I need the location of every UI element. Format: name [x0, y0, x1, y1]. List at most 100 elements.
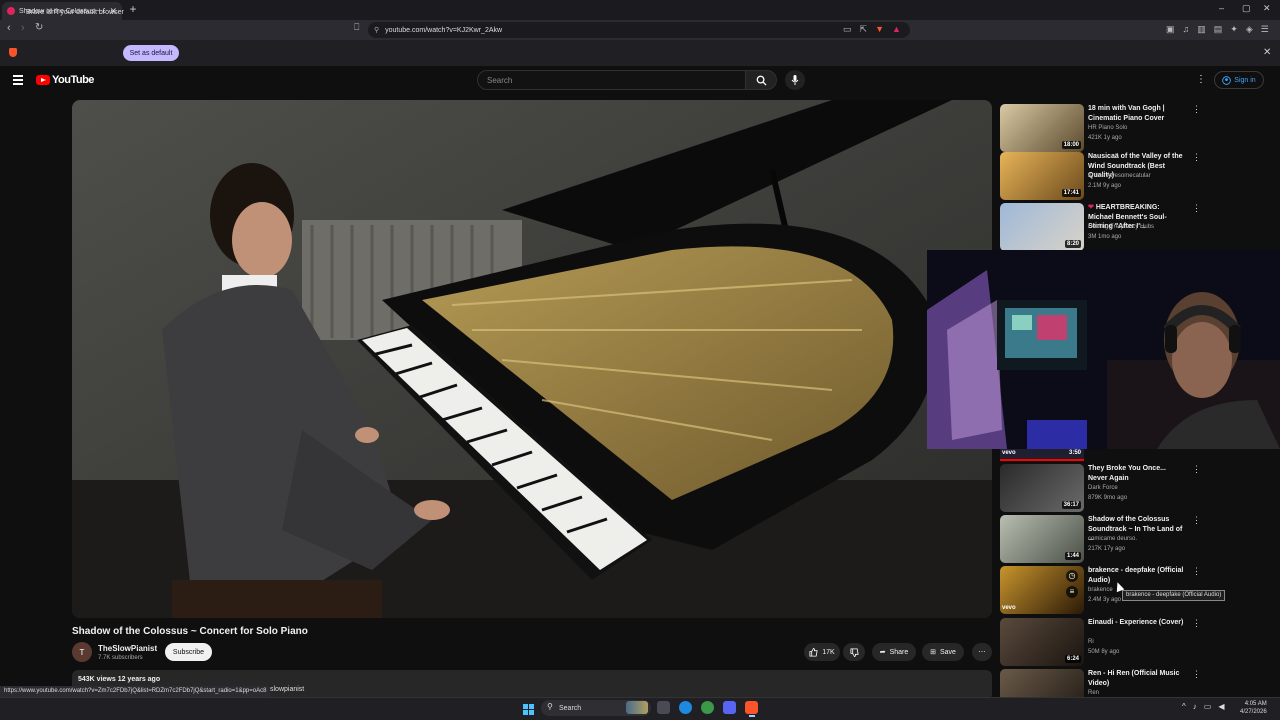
bookmark-icon[interactable]: ⎕ [354, 22, 359, 33]
extensions-icon[interactable]: ✦ [1230, 24, 1238, 35]
task-view-icon[interactable] [657, 701, 670, 714]
partial-video-thumbnail[interactable]: vevo 3:50 [1000, 449, 1084, 461]
video-thumbnail[interactable]: 1:44 [1000, 515, 1084, 563]
recommendation-item[interactable]: Ren - Hi Ren (Official Music Video) Ren … [1000, 669, 1220, 697]
sidebar-icon[interactable]: ▣ [1166, 24, 1175, 35]
recommendation-title[interactable]: They Broke You Once... Never Again [1088, 464, 1186, 483]
site-info-icon[interactable]: ⚲ [374, 26, 379, 34]
youtube-logo[interactable]: YouTube [36, 74, 94, 86]
address-bar[interactable]: ⚲ youtube.com/watch?v=KJ2Kwr_2Akw [368, 22, 910, 38]
recommendation-channel[interactable]: Anime Awesomecatular [1088, 173, 1151, 179]
webcam-feed-image [927, 250, 1280, 449]
add-to-queue-icon[interactable]: ≡ [1066, 586, 1078, 598]
taskbar-clock[interactable]: 4:05 AM 4/27/2026 [1240, 700, 1267, 716]
search-input[interactable]: Search [477, 70, 746, 90]
recommendation-title[interactable]: 18 min with Van Gogh | Cinematic Piano C… [1088, 104, 1186, 123]
watch-later-icon[interactable]: ◷ [1066, 570, 1078, 582]
wallet-icon[interactable]: ▤ [1214, 24, 1223, 35]
set-as-default-button[interactable]: Set as default [123, 45, 179, 61]
video-thumbnail[interactable]: 17:41 [1000, 152, 1084, 200]
recommendation-meta: 217K 17y ago [1088, 546, 1126, 552]
recommendation-channel[interactable]: brakence [1088, 587, 1113, 593]
more-options-icon[interactable]: ⋮ [1192, 618, 1201, 629]
more-options-icon[interactable]: ⋮ [1192, 203, 1201, 214]
voice-search-button[interactable] [785, 70, 805, 90]
minimize-icon[interactable]: – [1219, 3, 1224, 13]
share-button[interactable]: ➦ Share [872, 643, 916, 661]
windows-start-icon[interactable] [523, 702, 534, 720]
video-thumbnail[interactable]: 36:17 [1000, 464, 1084, 512]
more-options-icon[interactable]: ⋮ [1192, 515, 1201, 526]
infobar-close-icon[interactable]: ✕ [1263, 47, 1271, 58]
recommendation-item[interactable]: 8:20 ❤ HEARTBREAKING: Michael Bennett's … [1000, 203, 1220, 251]
video-duration: 17:41 [1061, 189, 1081, 197]
more-dots-icon: ⋯ [978, 649, 986, 656]
like-button[interactable]: 17K [804, 643, 840, 661]
recommendation-channel[interactable]: Ren [1088, 690, 1099, 696]
new-tab-button[interactable]: + [126, 2, 140, 16]
recommendation-channel[interactable]: Dark Force [1088, 485, 1118, 491]
recommendation-channel[interactable]: Healing Frequency Hubs [1088, 224, 1154, 230]
window-close-icon[interactable]: ✕ [1263, 3, 1271, 14]
reload-icon[interactable]: ↻ [35, 22, 43, 33]
network-icon[interactable]: ▭ [1204, 702, 1212, 711]
tray-overflow-icon[interactable]: ^ [1182, 702, 1186, 711]
brave-shields-icon[interactable]: ▼ [875, 24, 884, 35]
recommendation-channel[interactable]: Ri [1088, 639, 1094, 645]
forward-icon[interactable]: › [21, 22, 25, 34]
recommendation-item[interactable]: 18:00 18 min with Van Gogh | Cinematic P… [1000, 104, 1220, 152]
share-page-icon[interactable]: ⇱ [860, 24, 868, 35]
chrome-icon[interactable] [701, 701, 714, 714]
search-button[interactable] [745, 70, 777, 90]
recommendation-meta: 421K 1y ago [1088, 135, 1122, 141]
cast-icon[interactable]: ▭ [843, 24, 852, 35]
heart-icon: ❤ [1088, 204, 1096, 211]
video-thumbnail[interactable]: 6:24 [1000, 618, 1084, 666]
mic-tray-icon[interactable]: ♪ [1193, 702, 1197, 711]
more-options-icon[interactable]: ⋮ [1192, 669, 1201, 680]
recommendation-item[interactable]: 17:41 Nausicaä of the Valley of the Wind… [1000, 152, 1220, 200]
recommendation-title[interactable]: Ren - Hi Ren (Official Music Video) [1088, 669, 1186, 688]
settings-dots-icon[interactable]: ⋮ [1196, 74, 1206, 85]
maximize-icon[interactable]: ▢ [1242, 3, 1251, 14]
sign-in-button[interactable]: Sign in [1214, 71, 1264, 89]
discord-icon[interactable] [723, 701, 736, 714]
recommendation-channel[interactable]: comicame deurso. [1088, 536, 1137, 542]
hamburger-menu-icon[interactable] [13, 75, 23, 87]
taskbar-widget-icon[interactable] [626, 701, 648, 714]
recommendation-meta: 2.1M 9y ago [1088, 183, 1122, 189]
more-actions-button[interactable]: ⋯ [972, 643, 992, 661]
more-options-icon[interactable]: ⋮ [1192, 104, 1201, 115]
more-options-icon[interactable]: ⋮ [1192, 152, 1201, 163]
video-thumbnail[interactable] [1000, 669, 1084, 697]
video-thumbnail[interactable]: 8:20 [1000, 203, 1084, 251]
video-thumbnail[interactable]: ◷ ≡ vevo [1000, 566, 1084, 614]
vpn-icon[interactable]: ◈ [1246, 24, 1253, 35]
brave-taskbar-icon[interactable] [745, 701, 758, 714]
save-button[interactable]: ⊞ Save [922, 643, 964, 661]
back-icon[interactable]: ‹ [7, 22, 11, 34]
recommendation-channel[interactable]: HR Piano Solo [1088, 125, 1127, 131]
brave-rewards-icon[interactable]: ▲ [892, 24, 901, 35]
reader-icon[interactable]: ▥ [1197, 24, 1206, 35]
recommendation-title[interactable]: brakence - deepfake (Official Audio) [1088, 566, 1186, 585]
video-player[interactable] [72, 100, 992, 618]
dislike-button[interactable] [843, 643, 865, 661]
volume-icon[interactable]: ◀ [1218, 702, 1224, 711]
subscribe-button[interactable]: Subscribe [165, 643, 212, 661]
edge-icon[interactable] [679, 701, 692, 714]
music-icon[interactable]: ♫ [1183, 24, 1190, 35]
recommendation-title[interactable]: Einaudi - Experience (Cover) [1088, 618, 1186, 628]
recommendation-item[interactable]: 6:24 Einaudi - Experience (Cover) Ri 50M… [1000, 618, 1220, 666]
more-options-icon[interactable]: ⋮ [1192, 464, 1201, 475]
channel-avatar[interactable]: T [72, 642, 92, 662]
video-thumbnail[interactable]: 18:00 [1000, 104, 1084, 152]
menu-icon[interactable]: ☰ [1261, 24, 1269, 35]
video-duration: 3:50 [1068, 450, 1081, 456]
recommendation-item[interactable]: 1:44 Shadow of the Colossus Soundtrack ~… [1000, 515, 1220, 563]
more-options-icon[interactable]: ⋮ [1192, 566, 1201, 577]
youtube-play-icon [36, 75, 50, 85]
recommendation-meta: 879K 9mo ago [1088, 495, 1128, 501]
channel-name[interactable]: TheSlowPianist [98, 644, 157, 653]
recommendation-item[interactable]: 36:17 They Broke You Once... Never Again… [1000, 464, 1220, 512]
